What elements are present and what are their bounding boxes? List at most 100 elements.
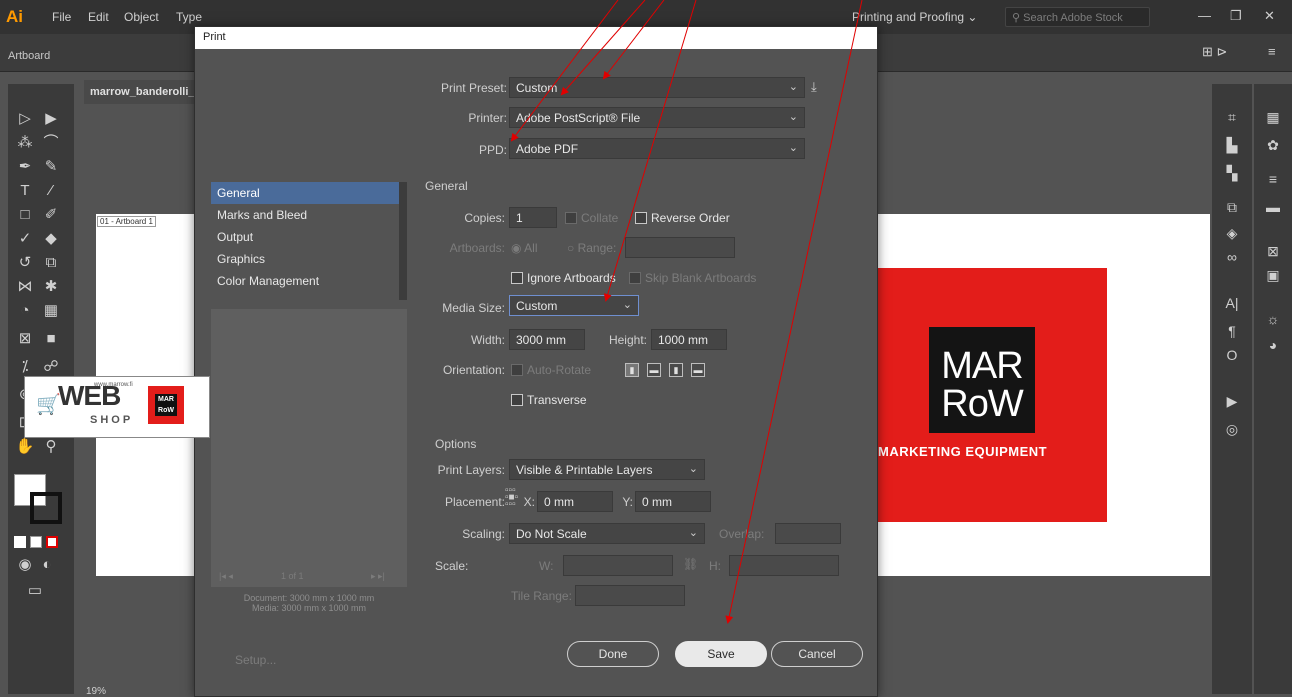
menu-object[interactable]: Object <box>124 10 159 24</box>
mesh-tool-icon[interactable]: ⊠ <box>14 328 36 350</box>
category-marks-and-bleed[interactable]: Marks and Bleed <box>211 204 401 226</box>
scale-w-input[interactable] <box>563 555 673 576</box>
eyedropper-tool-icon[interactable]: ⁒ <box>14 356 36 378</box>
color-guide-icon[interactable]: ✿ <box>1262 134 1284 156</box>
category-general[interactable]: General <box>211 182 401 204</box>
setup-button[interactable]: Setup... <box>235 653 276 667</box>
preview-first-icon[interactable]: |◂ ◂ <box>219 571 233 582</box>
align-icon[interactable]: ▙ <box>1221 134 1243 156</box>
draw-behind-icon[interactable]: ◐ <box>36 554 58 576</box>
hand-tool-icon[interactable]: ✋ <box>14 436 36 458</box>
transverse-checkbox[interactable]: Transverse <box>511 393 587 407</box>
print-preview[interactable] <box>211 309 407 587</box>
placement-x-input[interactable]: 0 mm <box>537 491 613 512</box>
gradient-mode-icon[interactable] <box>30 536 42 548</box>
cancel-button[interactable]: Cancel <box>771 641 863 667</box>
artboards-range-input[interactable] <box>625 237 735 258</box>
document-tab[interactable]: marrow_banderolli_ <box>84 80 204 104</box>
reverse-order-checkbox[interactable]: Reverse Order <box>635 211 730 225</box>
ignore-artboards-checkbox[interactable]: Ignore Artboards <box>511 271 616 285</box>
category-graphics[interactable]: Graphics <box>211 248 401 270</box>
scale-tool-icon[interactable]: ⧉ <box>40 252 62 274</box>
properties-icon[interactable]: ≡ <box>1262 168 1284 190</box>
menu-type[interactable]: Type <box>176 10 202 24</box>
menu-edit[interactable]: Edit <box>88 10 109 24</box>
portrait-icon[interactable]: ▮ <box>625 363 639 377</box>
workspace-switcher[interactable]: Printing and Proofing ⌄ <box>852 10 977 24</box>
artboard-label[interactable]: 01 - Artboard 1 <box>97 216 156 227</box>
printer-select[interactable]: Adobe PostScript® File ⌄ <box>509 107 805 128</box>
portrait-flipped-icon[interactable]: ▮ <box>669 363 683 377</box>
category-color-management[interactable]: Color Management <box>211 270 401 292</box>
scale-h-input[interactable] <box>729 555 839 576</box>
landscape-icon[interactable]: ▬ <box>647 363 661 377</box>
zoom-level[interactable]: 19% <box>86 686 106 697</box>
image-trace-icon[interactable]: ⊠ <box>1262 240 1284 262</box>
copies-input[interactable]: 1 <box>509 207 557 228</box>
rotate-tool-icon[interactable]: ↺ <box>14 252 36 274</box>
shaper-tool-icon[interactable]: ✓ <box>14 228 36 250</box>
stroke-swatch[interactable] <box>30 492 62 524</box>
auto-rotate-checkbox[interactable]: Auto-Rotate <box>511 363 591 377</box>
symbols-icon[interactable]: ▣ <box>1262 264 1284 286</box>
print-preset-select[interactable]: Custom ⌄ <box>509 77 805 98</box>
constrain-link-icon[interactable]: ⛓ <box>683 557 698 571</box>
paragraph-icon[interactable]: ¶ <box>1221 320 1243 342</box>
overlap-input[interactable] <box>775 523 841 544</box>
type-tool-icon[interactable]: T <box>14 180 36 202</box>
menu-file[interactable]: File <box>52 10 71 24</box>
print-layers-select[interactable]: Visible & Printable Layers ⌄ <box>509 459 705 480</box>
eraser-tool-icon[interactable]: ◆ <box>40 228 62 250</box>
blend-tool-icon[interactable]: ☍ <box>40 356 62 378</box>
artboards-range-radio[interactable]: ○ Range: <box>567 241 616 255</box>
skip-blank-artboards-checkbox[interactable]: Skip Blank Artboards <box>629 271 756 285</box>
layers-icon[interactable]: ◈ <box>1221 222 1243 244</box>
curvature-tool-icon[interactable]: ✎ <box>40 156 62 178</box>
stock-search-input[interactable]: ⚲ Search Adobe Stock <box>1005 7 1150 27</box>
placement-y-input[interactable]: 0 mm <box>635 491 711 512</box>
transform-icon[interactable]: ⌗ <box>1221 106 1243 128</box>
character-icon[interactable]: A| <box>1221 292 1243 314</box>
none-mode-icon[interactable] <box>46 536 58 548</box>
layers-stack-icon[interactable]: ▚ <box>1221 162 1243 184</box>
pen-tool-icon[interactable]: ✒ <box>14 156 36 178</box>
collate-checkbox[interactable]: Collate <box>565 211 618 225</box>
color-mode-icon[interactable] <box>14 536 26 548</box>
close-icon[interactable]: ✕ <box>1264 8 1275 24</box>
artboards-all-radio[interactable]: ◉ All <box>511 241 538 255</box>
lasso-tool-icon[interactable]: ⌒ <box>40 132 62 154</box>
menu-icon[interactable]: ≡ <box>1268 44 1276 59</box>
zoom-tool-icon[interactable]: ⚲ <box>40 436 62 458</box>
line-tool-icon[interactable]: ⁄ <box>40 180 62 202</box>
restore-icon[interactable]: ❐ <box>1230 8 1242 24</box>
paintbrush-tool-icon[interactable]: ✐ <box>40 204 62 226</box>
selection-tool-icon[interactable]: ▷ <box>14 108 36 130</box>
actions-icon[interactable]: ▶ <box>1221 390 1243 412</box>
opentype-icon[interactable]: O <box>1221 344 1243 366</box>
save-button[interactable]: Save <box>675 641 767 667</box>
swatches-icon[interactable]: ▬ <box>1262 196 1284 218</box>
ppd-select[interactable]: Adobe PDF ⌄ <box>509 138 805 159</box>
appearance-icon[interactable]: ☼ <box>1262 308 1284 330</box>
landscape-flipped-icon[interactable]: ▬ <box>691 363 705 377</box>
gradient-tool-icon[interactable]: ■ <box>40 328 62 350</box>
rectangle-tool-icon[interactable]: □ <box>14 204 36 226</box>
save-preset-icon[interactable]: ⤓ <box>811 79 817 95</box>
shape-builder-tool-icon[interactable]: ◔ <box>14 300 36 322</box>
width-tool-icon[interactable]: ⋈ <box>14 276 36 298</box>
graphic-styles-icon[interactable]: ◕ <box>1262 334 1284 356</box>
links-icon[interactable]: ∞ <box>1221 246 1243 268</box>
pathfinder-icon[interactable]: ⧉ <box>1221 196 1243 218</box>
category-output[interactable]: Output <box>211 226 401 248</box>
height-input[interactable]: 1000 mm <box>651 329 727 350</box>
magic-wand-tool-icon[interactable]: ⁂ <box>14 132 36 154</box>
screen-mode-icon[interactable]: ▭ <box>24 580 46 602</box>
category-scrollbar[interactable] <box>399 182 407 300</box>
artboards-panel-icon[interactable]: ▦ <box>1262 106 1284 128</box>
preview-last-icon[interactable]: ▸ ▸| <box>371 571 385 582</box>
arrange-icon[interactable]: ⊞ ⊳ <box>1202 44 1227 60</box>
perspective-grid-tool-icon[interactable]: ▦ <box>40 300 62 322</box>
tile-range-input[interactable] <box>575 585 685 606</box>
done-button[interactable]: Done <box>567 641 659 667</box>
width-input[interactable]: 3000 mm <box>509 329 585 350</box>
